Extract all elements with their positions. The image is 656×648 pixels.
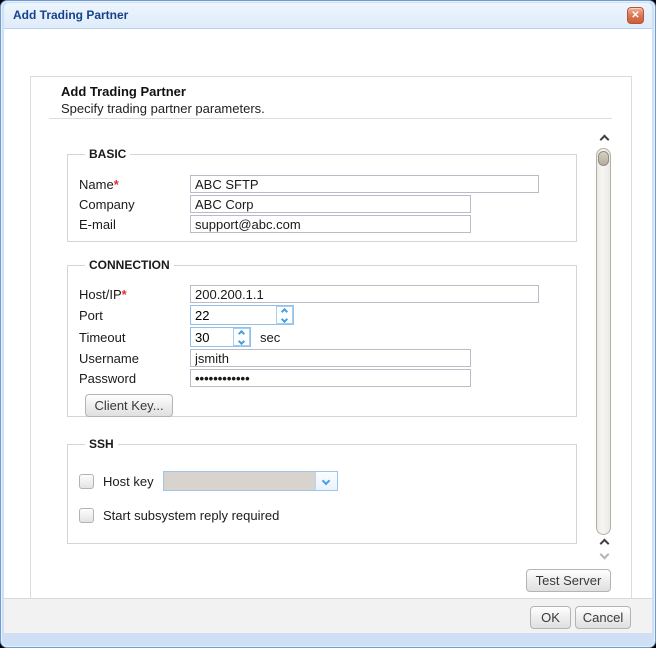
port-spin-buttons	[276, 306, 293, 324]
name-row: Name*	[79, 174, 576, 194]
ssh-legend: SSH	[89, 437, 114, 451]
page-title: Add Trading Partner	[61, 84, 186, 99]
company-row: Company	[79, 194, 576, 214]
start-subsystem-label: Start subsystem reply required	[103, 507, 280, 523]
host-row: Host/IP*	[79, 284, 576, 304]
window-body: Add Trading Partner Specify trading part…	[4, 28, 652, 607]
window-titlebar[interactable]: Add Trading Partner ✕	[4, 3, 652, 28]
basic-fieldset: BASIC Name* Company E-mail	[67, 147, 577, 242]
basic-legend: BASIC	[89, 147, 127, 161]
username-input[interactable]	[190, 349, 471, 367]
test-server-button[interactable]: Test Server	[526, 569, 611, 592]
wizard-panel: Add Trading Partner Specify trading part…	[30, 76, 632, 607]
connection-legend: CONNECTION	[89, 258, 170, 272]
company-label: Company	[79, 196, 135, 212]
port-row: Port	[79, 304, 576, 326]
password-label: Password	[79, 370, 137, 386]
email-row: E-mail	[79, 214, 576, 234]
timeout-spin-up-icon[interactable]	[234, 329, 249, 337]
timeout-row: Timeout sec	[79, 326, 576, 348]
start-subsystem-row: Start subsystem reply required	[79, 505, 576, 525]
port-spinner	[190, 305, 294, 325]
host-key-dropdown[interactable]	[162, 471, 338, 491]
ok-button[interactable]: OK	[530, 606, 571, 629]
timeout-input[interactable]	[191, 328, 233, 346]
timeout-label: Timeout	[79, 329, 126, 345]
host-key-label: Host key	[103, 473, 154, 489]
username-row: Username	[79, 348, 576, 368]
name-input[interactable]	[190, 175, 539, 193]
header-divider	[49, 118, 612, 119]
password-row: Password	[79, 368, 576, 388]
email-label: E-mail	[79, 216, 116, 232]
client-key-button[interactable]: Client Key...	[85, 394, 173, 417]
port-label: Port	[79, 307, 103, 323]
scrollbar-track[interactable]	[596, 148, 611, 535]
dialog-footer: OK Cancel	[4, 598, 652, 633]
chevron-down-icon[interactable]	[314, 472, 337, 490]
timeout-spinner	[190, 327, 251, 347]
close-icon[interactable]: ✕	[627, 7, 644, 24]
port-input[interactable]	[191, 306, 276, 324]
start-subsystem-checkbox[interactable]	[79, 507, 94, 523]
ssh-fieldset: SSH Host key Start subsystem reply requi…	[67, 437, 577, 544]
required-marker: *	[113, 176, 119, 192]
host-key-checkbox[interactable]	[79, 473, 94, 489]
timeout-spin-buttons	[233, 328, 250, 346]
scroll-down-icon[interactable]	[595, 548, 613, 560]
connection-fieldset: CONNECTION Host/IP* Port	[67, 258, 577, 417]
add-trading-partner-dialog: Add Trading Partner ✕ Add Trading Partne…	[0, 0, 656, 648]
host-label: Host/IP*	[79, 286, 127, 302]
timeout-spin-down-icon[interactable]	[234, 337, 249, 345]
port-spin-down-icon[interactable]	[277, 315, 292, 323]
scrollbar-thumb[interactable]	[598, 151, 609, 166]
page-subtitle: Specify trading partner parameters.	[61, 101, 265, 116]
email-input[interactable]	[190, 215, 471, 233]
username-label: Username	[79, 350, 139, 366]
host-key-dropdown-value	[163, 472, 315, 490]
password-input[interactable]	[190, 369, 471, 387]
company-input[interactable]	[190, 195, 471, 213]
port-spin-up-icon[interactable]	[277, 307, 292, 315]
name-label: Name*	[79, 176, 119, 192]
host-key-row: Host key	[79, 471, 576, 491]
required-marker: *	[121, 286, 127, 302]
scroll-up-icon[interactable]	[595, 133, 613, 145]
vertical-scrollbar[interactable]	[595, 133, 613, 559]
host-input[interactable]	[190, 285, 539, 303]
cancel-button[interactable]: Cancel	[575, 606, 631, 629]
timeout-unit-label: sec	[260, 329, 281, 345]
window-title: Add Trading Partner	[13, 8, 129, 22]
